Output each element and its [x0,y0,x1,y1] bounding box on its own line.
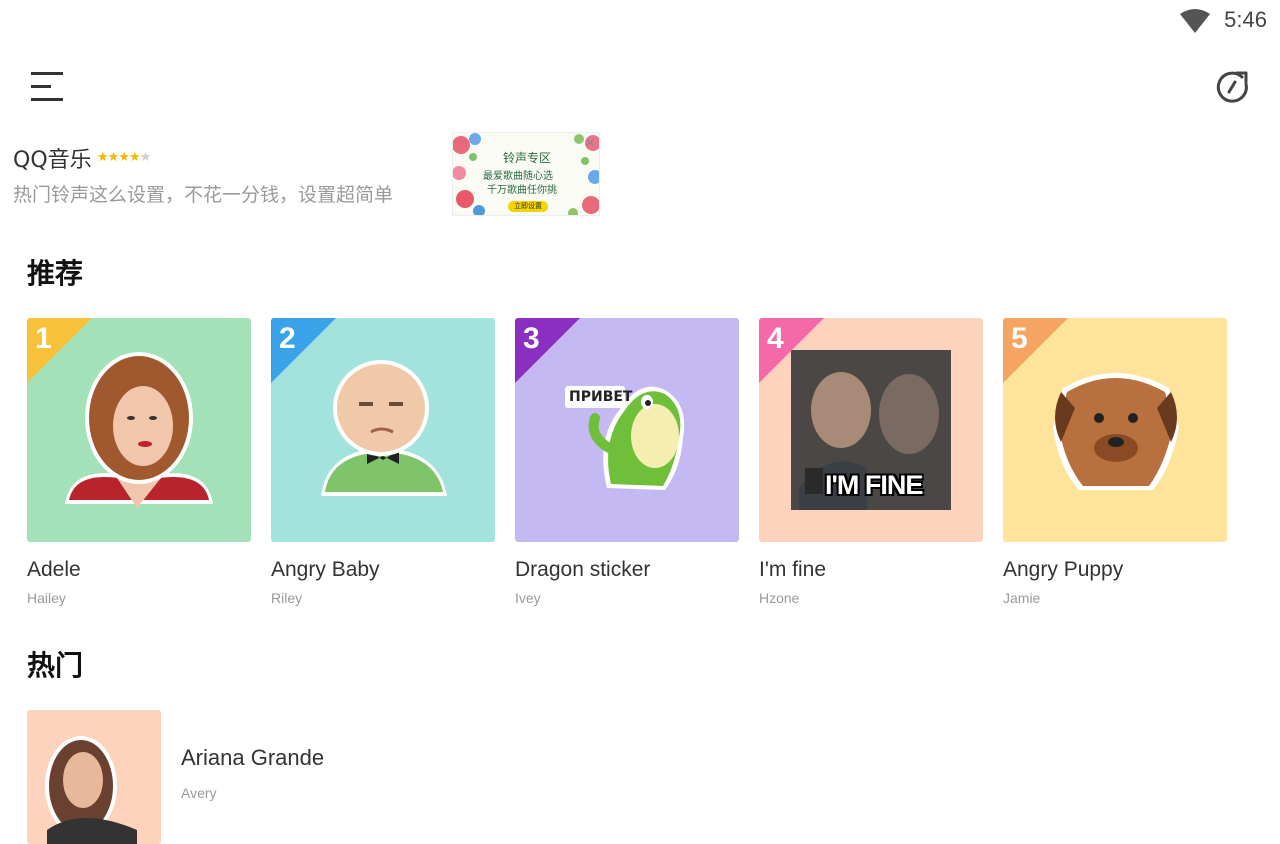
sticker-name: Adele [27,558,81,581]
refresh-button[interactable] [1208,62,1258,112]
rank-number: 5 [1011,322,1028,355]
sticker-author: Ivey [515,590,541,606]
rank-number: 3 [523,322,540,355]
sticker-name: I'm fine [759,558,827,581]
dragon-caption: ПРИВЕТ [569,389,633,405]
close-icon[interactable]: ✕ [585,137,595,149]
ad-image[interactable]: 铃声专区 最爱歌曲随心选 千万歌曲任你挑 立即设置 ✕ [452,132,600,216]
sticker-card[interactable]: I'M FINE 4 I'm fine Hzone [759,318,983,618]
ad-title: QQ音乐 [13,148,92,173]
sticker-tile[interactable]: 1 [27,318,251,542]
rank-number: 1 [35,322,52,355]
sticker-card[interactable]: 1 Adele Hailey [27,318,251,618]
sticker-name: Angry Baby [271,558,380,581]
star-icon: ★ [107,150,120,165]
sticker-card[interactable]: 5 Angry Puppy Jamie [1003,318,1227,618]
sticker-card[interactable]: ПРИВЕТ 3 Dragon sticker Ivey [515,318,739,618]
wifi-icon [1180,9,1210,33]
ad-rating: ★★★★★ [97,150,152,165]
sticker-card[interactable]: 2 Angry Baby Riley [271,318,495,618]
star-icon: ★ [139,150,152,165]
ad-image-button[interactable]: 立即设置 [508,201,548,212]
ad-image-line2: 千万歌曲任你挑 [487,185,557,196]
refresh-icon [1216,71,1248,103]
status-bar: 5:46 [0,0,1280,40]
hot-item-name[interactable]: Ariana Grande [181,745,324,771]
sticker-author: Hailey [27,590,66,606]
fine-caption: I'M FINE [825,470,923,500]
sticker-tile[interactable]: 5 [1003,318,1227,542]
star-icon: ★ [97,150,109,165]
hot-item-author: Avery [181,785,217,801]
ad-banner[interactable]: QQ音乐 ★★★★★ 热门铃声这么设置，不花一分钱，设置超简单 铃声专区 最爱歌… [0,130,620,220]
section-title-recommended: 推荐 [27,257,84,290]
rank-number: 4 [767,322,784,355]
section-title-hot: 热门 [27,649,84,682]
sticker-name: Dragon sticker [515,558,651,581]
ad-image-title: 铃声专区 [503,151,552,165]
sticker-tile[interactable]: ПРИВЕТ 3 [515,318,739,542]
status-time: 5:46 [1224,7,1267,32]
sticker-author: Riley [271,590,303,606]
star-icon: ★ [118,150,130,165]
sticker-tile[interactable]: 2 [271,318,495,542]
ad-description: 热门铃声这么设置，不花一分钱，设置超简单 [13,184,394,206]
sticker-author: Hzone [759,590,800,606]
sticker-tile[interactable]: I'M FINE 4 [759,318,983,542]
sticker-author: Jamie [1003,590,1041,606]
rank-number: 2 [279,322,296,355]
star-icon: ★ [128,150,141,165]
menu-button[interactable] [22,62,72,112]
hot-item-thumbnail[interactable] [27,710,161,844]
sticker-name: Angry Puppy [1003,558,1124,581]
ad-image-line1: 最爱歌曲随心选 [483,171,553,182]
ariana-sticker [45,736,137,844]
menu-icon [31,72,63,101]
